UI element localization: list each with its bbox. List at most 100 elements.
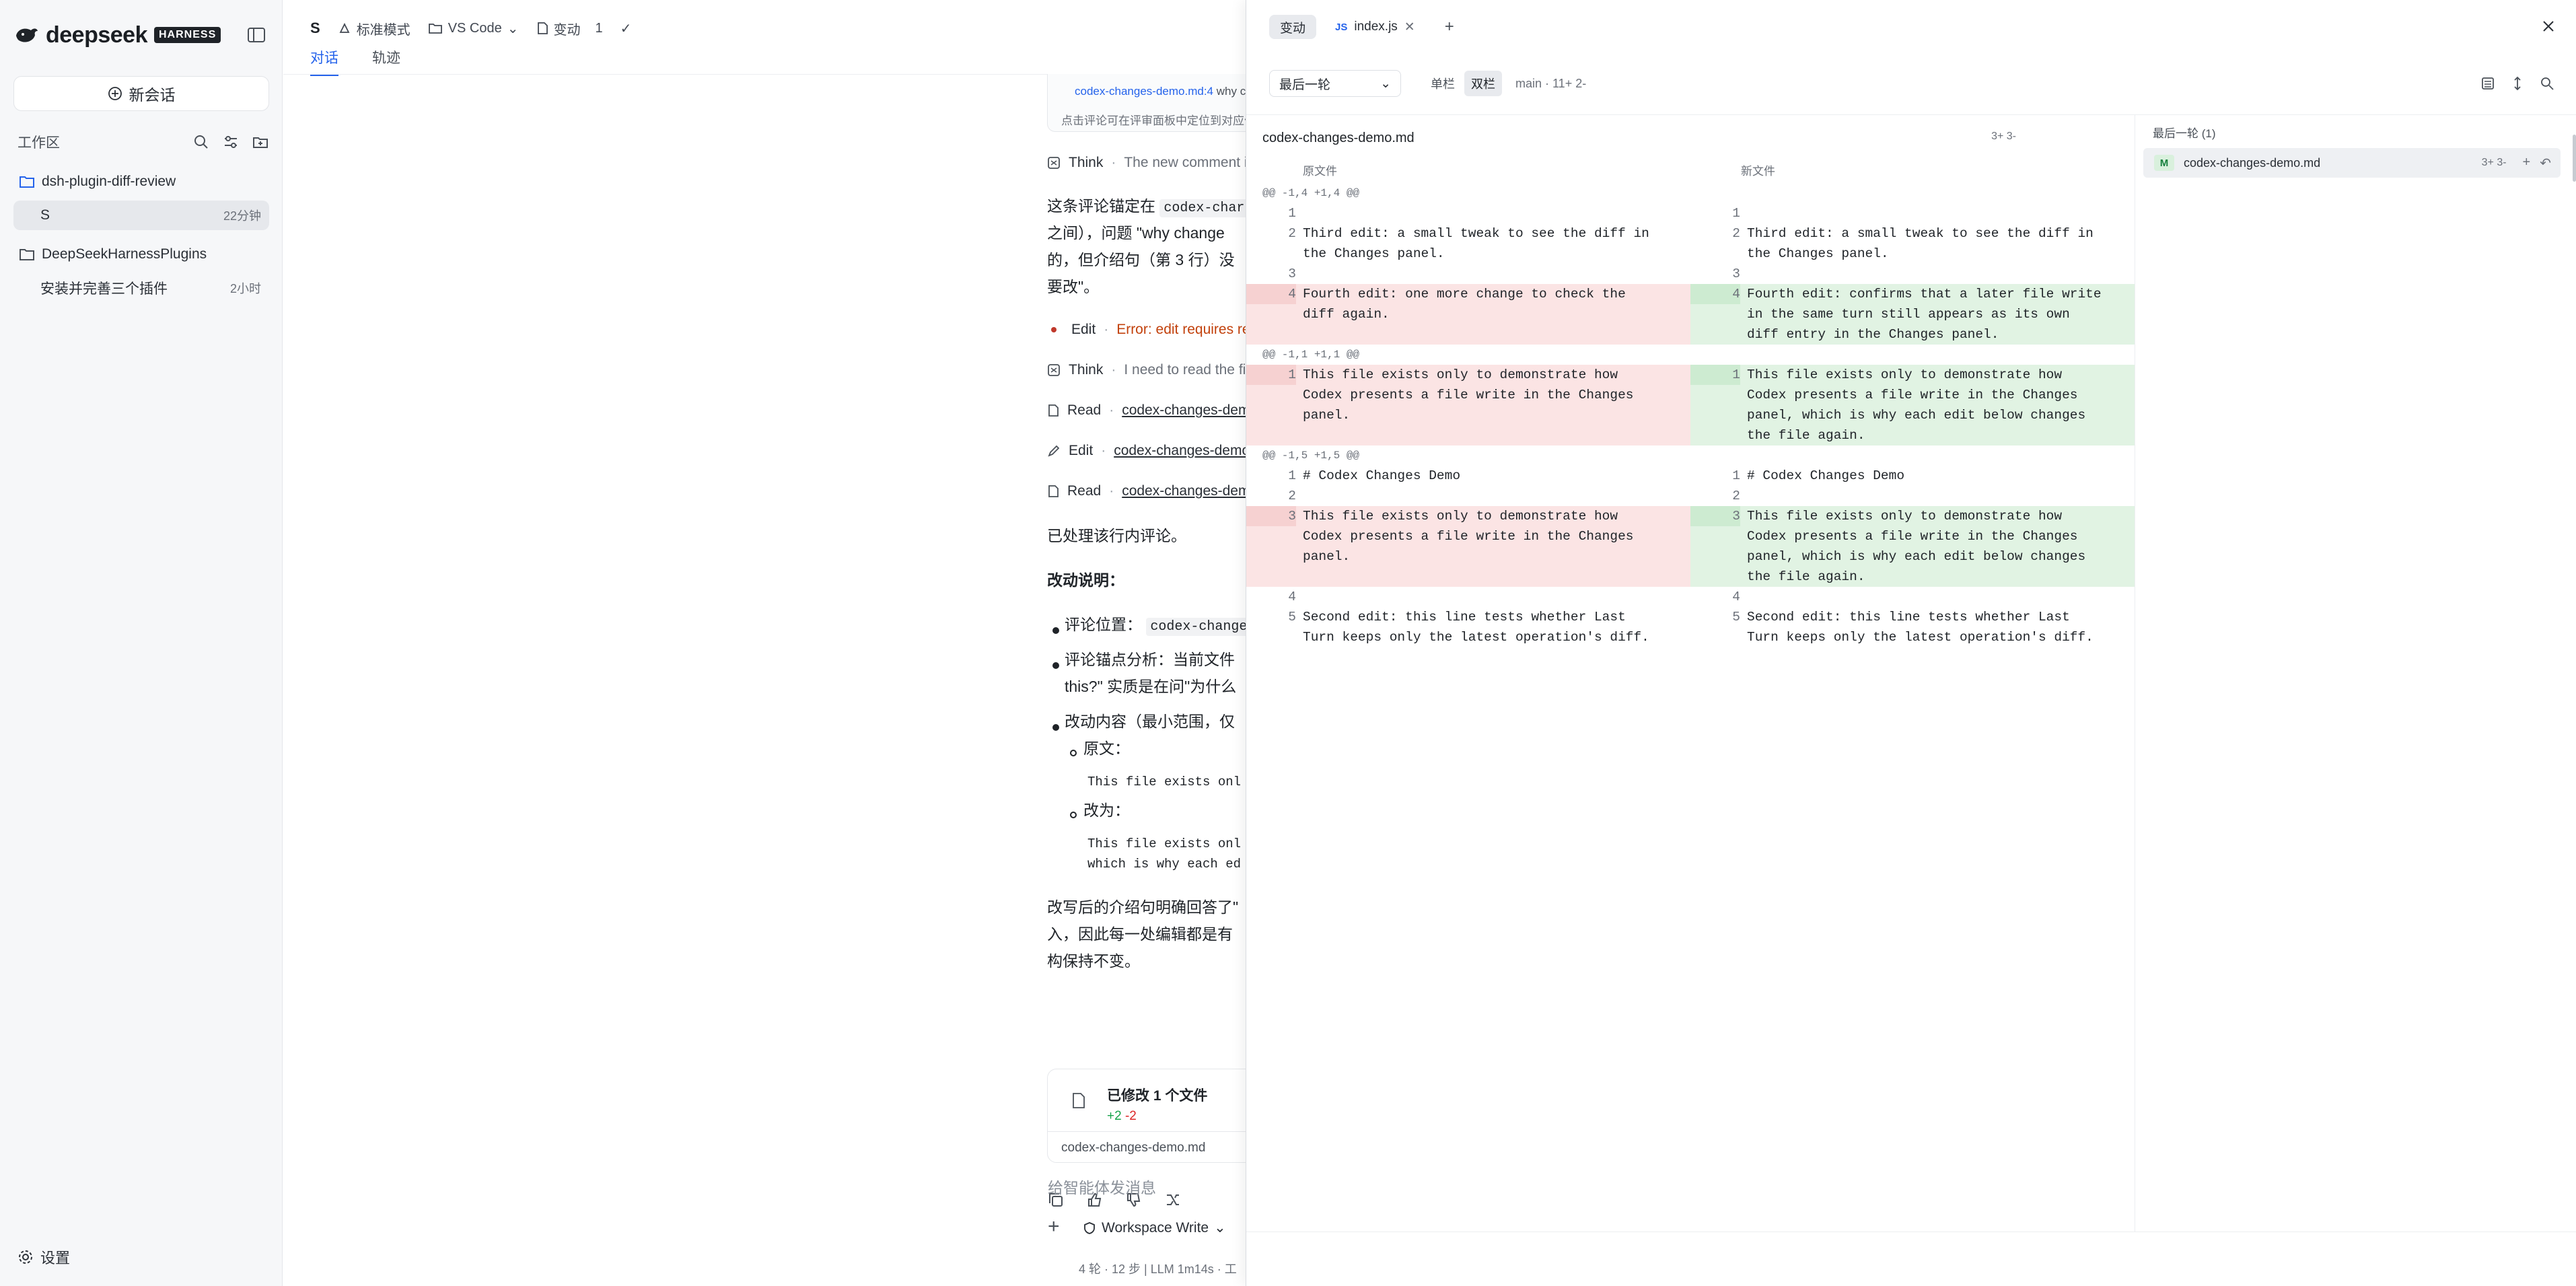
separator-dot: · bbox=[1109, 483, 1114, 499]
settings-button[interactable]: 设置 bbox=[17, 1246, 70, 1268]
mode-selector[interactable]: 标准模式 bbox=[338, 19, 410, 38]
brand[interactable]: deepseek HARNESS bbox=[15, 22, 221, 48]
modified-file-name[interactable]: codex-changes-demo.md bbox=[1048, 1131, 1246, 1164]
composer: 给智能体发消息 + Workspace Write ⌄ 4 轮 · 12 步 |… bbox=[1034, 1162, 1246, 1276]
turn-select[interactable]: 最后一轮 ⌄ bbox=[1269, 70, 1401, 97]
stage-plus-icon[interactable]: + bbox=[2523, 155, 2531, 172]
changes-toggle[interactable]: 变动 1 bbox=[536, 19, 603, 38]
new-line[interactable]: 2 bbox=[1690, 486, 2135, 506]
edit-step-error[interactable]: Edit · Error: edit requires rea bbox=[1051, 316, 1246, 343]
chevron-down-icon: ⌄ bbox=[1380, 76, 1391, 91]
line-number: 2 bbox=[1732, 489, 1740, 503]
old-line[interactable]: 3 bbox=[1246, 264, 1690, 284]
session-item-install-plugins[interactable]: 安装并完善三个插件 2小时 bbox=[13, 273, 269, 303]
diff-row: 33 bbox=[1246, 264, 2135, 284]
list-view-icon[interactable] bbox=[2480, 76, 2495, 91]
close-panel-icon[interactable] bbox=[2538, 16, 2559, 36]
diff-row: 44 bbox=[1246, 587, 2135, 607]
step-file-link[interactable]: codex-changes-demo bbox=[1122, 397, 1246, 424]
old-line[interactable]: 1 # Codex Changes Demo bbox=[1246, 466, 1690, 486]
think-step[interactable]: Think · The new comment i bbox=[1047, 149, 1246, 176]
new-line[interactable]: 3 bbox=[1690, 264, 2135, 284]
tab-conversation[interactable]: 对话 bbox=[310, 47, 338, 76]
sidebar: deepseek HARNESS 新会话 工作区 dsh-plugin-diff… bbox=[0, 0, 283, 1286]
attach-plus-icon[interactable]: + bbox=[1048, 1215, 1060, 1238]
new-folder-icon[interactable] bbox=[252, 133, 269, 151]
new-line[interactable]: 5 Second edit: this line tests whether La… bbox=[1690, 607, 2135, 647]
read-step[interactable]: Read · codex-changes-demo bbox=[1047, 397, 1246, 424]
message-input[interactable]: 给智能体发消息 bbox=[1048, 1175, 1156, 1198]
filter-sliders-icon[interactable] bbox=[222, 133, 240, 151]
tab-index-js[interactable]: JS index.js ✕ bbox=[1324, 15, 1426, 39]
bullet bbox=[1052, 724, 1059, 731]
new-line[interactable]: 3 This file exists only to demonstrate ho… bbox=[1690, 506, 2135, 587]
workspace-folder-deepseekharnessplugins[interactable]: DeepSeekHarnessPlugins bbox=[13, 240, 269, 269]
step-detail: I need to read the fi bbox=[1124, 362, 1246, 378]
changed-file-stat: 3+ 3- bbox=[2481, 157, 2507, 168]
new-line[interactable]: 1 This file exists only to demonstrate ho… bbox=[1690, 365, 2135, 445]
ref-file-link[interactable]: codex-changes-demo.md:4 bbox=[1075, 85, 1213, 98]
new-line[interactable]: 1 # Codex Changes Demo bbox=[1690, 466, 2135, 486]
close-icon[interactable]: ✕ bbox=[1404, 20, 1415, 35]
tab-changes[interactable]: 变动 bbox=[1269, 15, 1317, 39]
read-step[interactable]: Read · codex-changes-dem bbox=[1047, 478, 1246, 505]
bullet-line: 改动内容（最小范围，仅 bbox=[1065, 713, 1235, 730]
shield-icon bbox=[1084, 1221, 1095, 1234]
js-file-icon: JS bbox=[1335, 21, 1348, 33]
step-detail: The new comment i bbox=[1124, 155, 1246, 170]
revert-icon[interactable]: ↶ bbox=[2540, 155, 2551, 172]
old-line[interactable]: 4 bbox=[1246, 587, 1690, 607]
step-file-link[interactable]: codex-changes-dem bbox=[1122, 478, 1246, 505]
diff-file-header[interactable]: codex-changes-demo.md 3+ 3- bbox=[1262, 131, 2016, 146]
old-line[interactable]: 3 This file exists only to demonstrate ho… bbox=[1246, 506, 1690, 587]
old-line[interactable]: 1 bbox=[1246, 203, 1690, 223]
new-line[interactable]: 4 Fourth edit: confirms that a later file… bbox=[1690, 284, 2135, 345]
tab-trajectory[interactable]: 轨迹 bbox=[372, 47, 400, 76]
assistant-message: codex-changes-demo.md:4 why c 点击评论可在评审面板… bbox=[1047, 74, 1246, 1285]
comment-reference-card[interactable]: codex-changes-demo.md:4 why c 点击评论可在评审面板… bbox=[1047, 74, 1246, 132]
view-split-button[interactable]: 双栏 bbox=[1464, 71, 1502, 96]
line-number: 4 bbox=[1246, 284, 1296, 304]
search-icon[interactable] bbox=[2540, 76, 2554, 91]
reply-paragraph-line: 的，但介绍句（第 3 行）没 bbox=[1047, 251, 1235, 269]
bullet-line: 评论锚点分析：当前文件 bbox=[1065, 651, 1235, 668]
editor-selector[interactable]: VS Code ⌄ bbox=[428, 20, 519, 37]
error-dot-icon bbox=[1051, 327, 1057, 332]
modified-files-header[interactable]: 已修改 1 个文件 +2 -2 bbox=[1048, 1069, 1246, 1131]
modified-files-card[interactable]: 已修改 1 个文件 +2 -2 codex-changes-demo.md bbox=[1047, 1069, 1246, 1163]
add-tab-plus-icon[interactable]: + bbox=[1434, 15, 1465, 39]
think-step[interactable]: Think · I need to read the fi bbox=[1047, 357, 1246, 384]
sidebar-toggle-icon[interactable] bbox=[246, 26, 266, 44]
ref-hint: 点击评论可在评审面板中定位到对应位 bbox=[1061, 114, 1246, 127]
file-status-badge: M bbox=[2154, 155, 2174, 171]
editor-label: VS Code bbox=[448, 20, 502, 36]
old-line[interactable]: 2 Third edit: a small tweak to see the di… bbox=[1246, 223, 1690, 264]
chat-tabs: 对话 轨迹 bbox=[310, 47, 400, 76]
new-line[interactable]: 4 bbox=[1690, 587, 2135, 607]
step-file-link[interactable]: codex-changes-demo bbox=[1114, 437, 1246, 464]
old-line[interactable]: 4 Fourth edit: one more change to check t… bbox=[1246, 284, 1690, 345]
view-single-button[interactable]: 单栏 bbox=[1424, 71, 1462, 96]
old-line[interactable]: 5 Second edit: this line tests whether La… bbox=[1246, 607, 1690, 647]
new-chat-button[interactable]: 新会话 bbox=[13, 76, 269, 111]
tree-item-label: dsh-plugin-diff-review bbox=[42, 174, 176, 189]
changed-file-item[interactable]: M codex-changes-demo.md 3+ 3- + ↶ bbox=[2143, 148, 2561, 178]
diff-row: 1 This file exists only to demonstrate ho… bbox=[1246, 365, 2135, 445]
edit-step[interactable]: Edit · codex-changes-demo bbox=[1047, 437, 1246, 464]
expand-vertical-icon[interactable] bbox=[2510, 76, 2525, 91]
line-number: 1 bbox=[1690, 365, 1740, 385]
new-line[interactable]: 2 Third edit: a small tweak to see the di… bbox=[1690, 223, 2135, 264]
permission-mode-selector[interactable]: Workspace Write ⌄ bbox=[1083, 1219, 1226, 1236]
workspace-folder-dsh-plugin-diff-review[interactable]: dsh-plugin-diff-review bbox=[13, 167, 269, 197]
old-line[interactable]: 1 This file exists only to demonstrate ho… bbox=[1246, 365, 1690, 445]
separator-dot: · bbox=[1104, 322, 1109, 337]
scrollbar-thumb[interactable] bbox=[2573, 135, 2576, 182]
think-icon bbox=[1048, 364, 1060, 376]
diff-row: 5 Second edit: this line tests whether La… bbox=[1246, 607, 2135, 647]
new-line[interactable]: 1 bbox=[1690, 203, 2135, 223]
old-line[interactable]: 2 bbox=[1246, 486, 1690, 506]
session-item-s[interactable]: S 22分钟 bbox=[13, 201, 269, 230]
folder-icon bbox=[20, 176, 34, 188]
tree-item-label: DeepSeekHarnessPlugins bbox=[42, 246, 207, 262]
search-icon[interactable] bbox=[192, 133, 210, 151]
